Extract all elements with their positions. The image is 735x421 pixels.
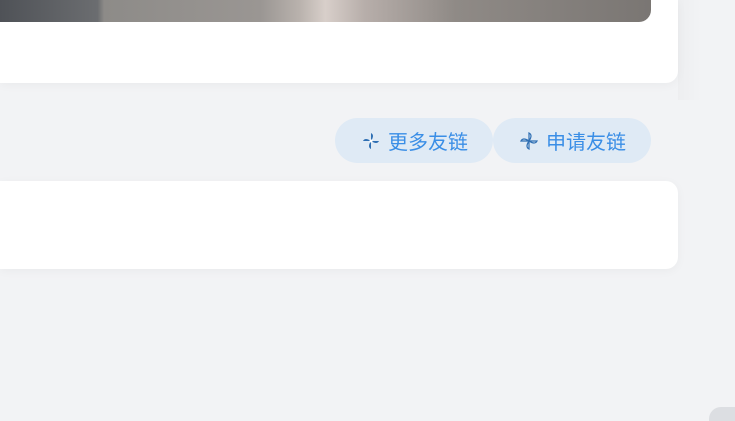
top-card bbox=[0, 0, 678, 83]
back-to-top-button[interactable] bbox=[709, 407, 735, 421]
page: 更多友链 申请友链 bbox=[0, 0, 735, 421]
friend-links-card bbox=[0, 181, 678, 269]
pinwheel-outline-icon bbox=[518, 130, 540, 152]
more-friend-links-label: 更多友链 bbox=[388, 130, 468, 154]
apply-friend-link-button[interactable]: 申请友链 bbox=[493, 118, 651, 163]
pinwheel-icon bbox=[360, 130, 382, 152]
more-friend-links-button[interactable]: 更多友链 bbox=[335, 118, 493, 163]
apply-friend-link-label: 申请友链 bbox=[546, 130, 626, 154]
cover-image[interactable] bbox=[0, 0, 651, 22]
side-shadow bbox=[678, 0, 702, 100]
